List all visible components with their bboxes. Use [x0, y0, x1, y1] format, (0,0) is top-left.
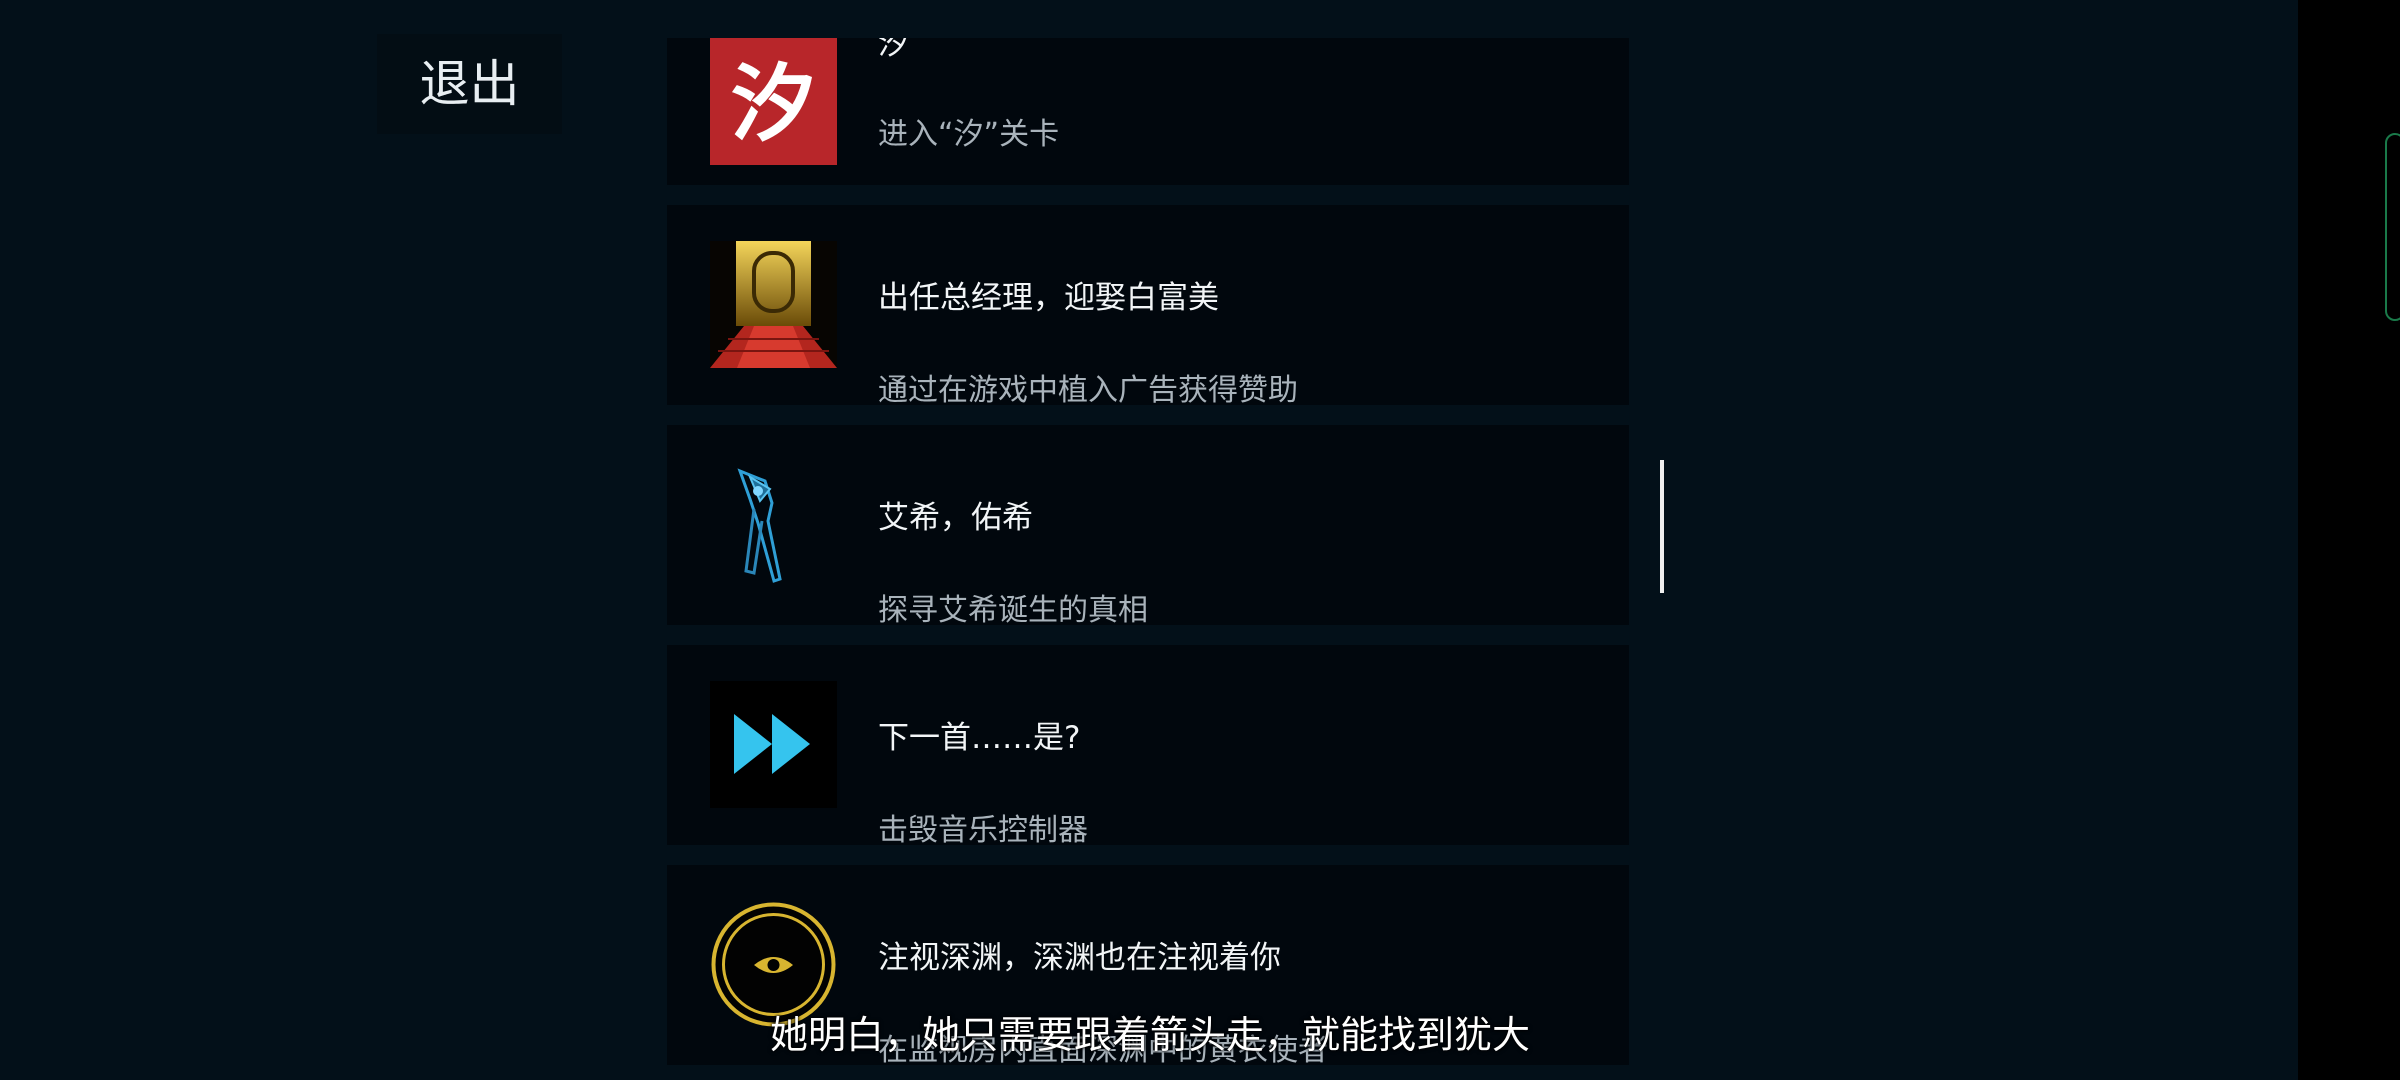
- blue-sword-icon: [710, 461, 837, 588]
- achievement-card[interactable]: 艾希，佑希 探寻艾希诞生的真相: [667, 425, 1629, 628]
- exit-button[interactable]: 退出: [377, 34, 562, 134]
- dialogue-subtitle: 她明白，她只需要跟着箭头走，就能找到犹大: [769, 1013, 1530, 1057]
- scroll-indicator[interactable]: [1660, 460, 1664, 593]
- golden-door-icon-art: [710, 241, 837, 368]
- xi-character-icon-art: 汐: [710, 38, 837, 165]
- side-handle[interactable]: [2385, 133, 2400, 321]
- achievement-title: 下一首……是?: [878, 720, 1081, 756]
- achievement-list[interactable]: 汐 汐 进入“汐”关卡 出任总经理，迎娶白富美 通过在游戏中植入广告获得赞助 艾…: [667, 38, 1629, 1080]
- achievement-title: 出任总经理，迎娶白富美: [878, 280, 1219, 316]
- golden-door-icon: [710, 241, 837, 368]
- game-screen: 退出 汐 汐 进入“汐”关卡 出任总经理，迎娶白富美 通过在游戏中植入广告获得赞…: [0, 0, 2400, 1080]
- achievement-title: 汐: [878, 38, 909, 62]
- fast-forward-icon: [710, 681, 837, 808]
- blue-sword-icon-art: [710, 461, 837, 588]
- achievement-card[interactable]: 出任总经理，迎娶白富美 通过在游戏中植入广告获得赞助: [667, 205, 1629, 408]
- achievement-description: 击毁音乐控制器: [878, 813, 1088, 848]
- achievement-card[interactable]: 汐 汐 进入“汐”关卡: [667, 38, 1629, 185]
- achievement-title: 艾希，佑希: [878, 500, 1033, 536]
- xi-character-icon: 汐: [710, 38, 837, 165]
- fast-forward-icon-art: [710, 681, 837, 808]
- achievement-description: 探寻艾希诞生的真相: [878, 593, 1148, 628]
- achievement-description: 通过在游戏中植入广告获得赞助: [878, 373, 1298, 408]
- achievement-description: 进入“汐”关卡: [878, 117, 1060, 152]
- xi-character-glyph: 汐: [731, 54, 815, 153]
- achievement-card[interactable]: 下一首……是? 击毁音乐控制器: [667, 645, 1629, 848]
- achievement-title: 注视深渊，深渊也在注视着你: [878, 940, 1281, 976]
